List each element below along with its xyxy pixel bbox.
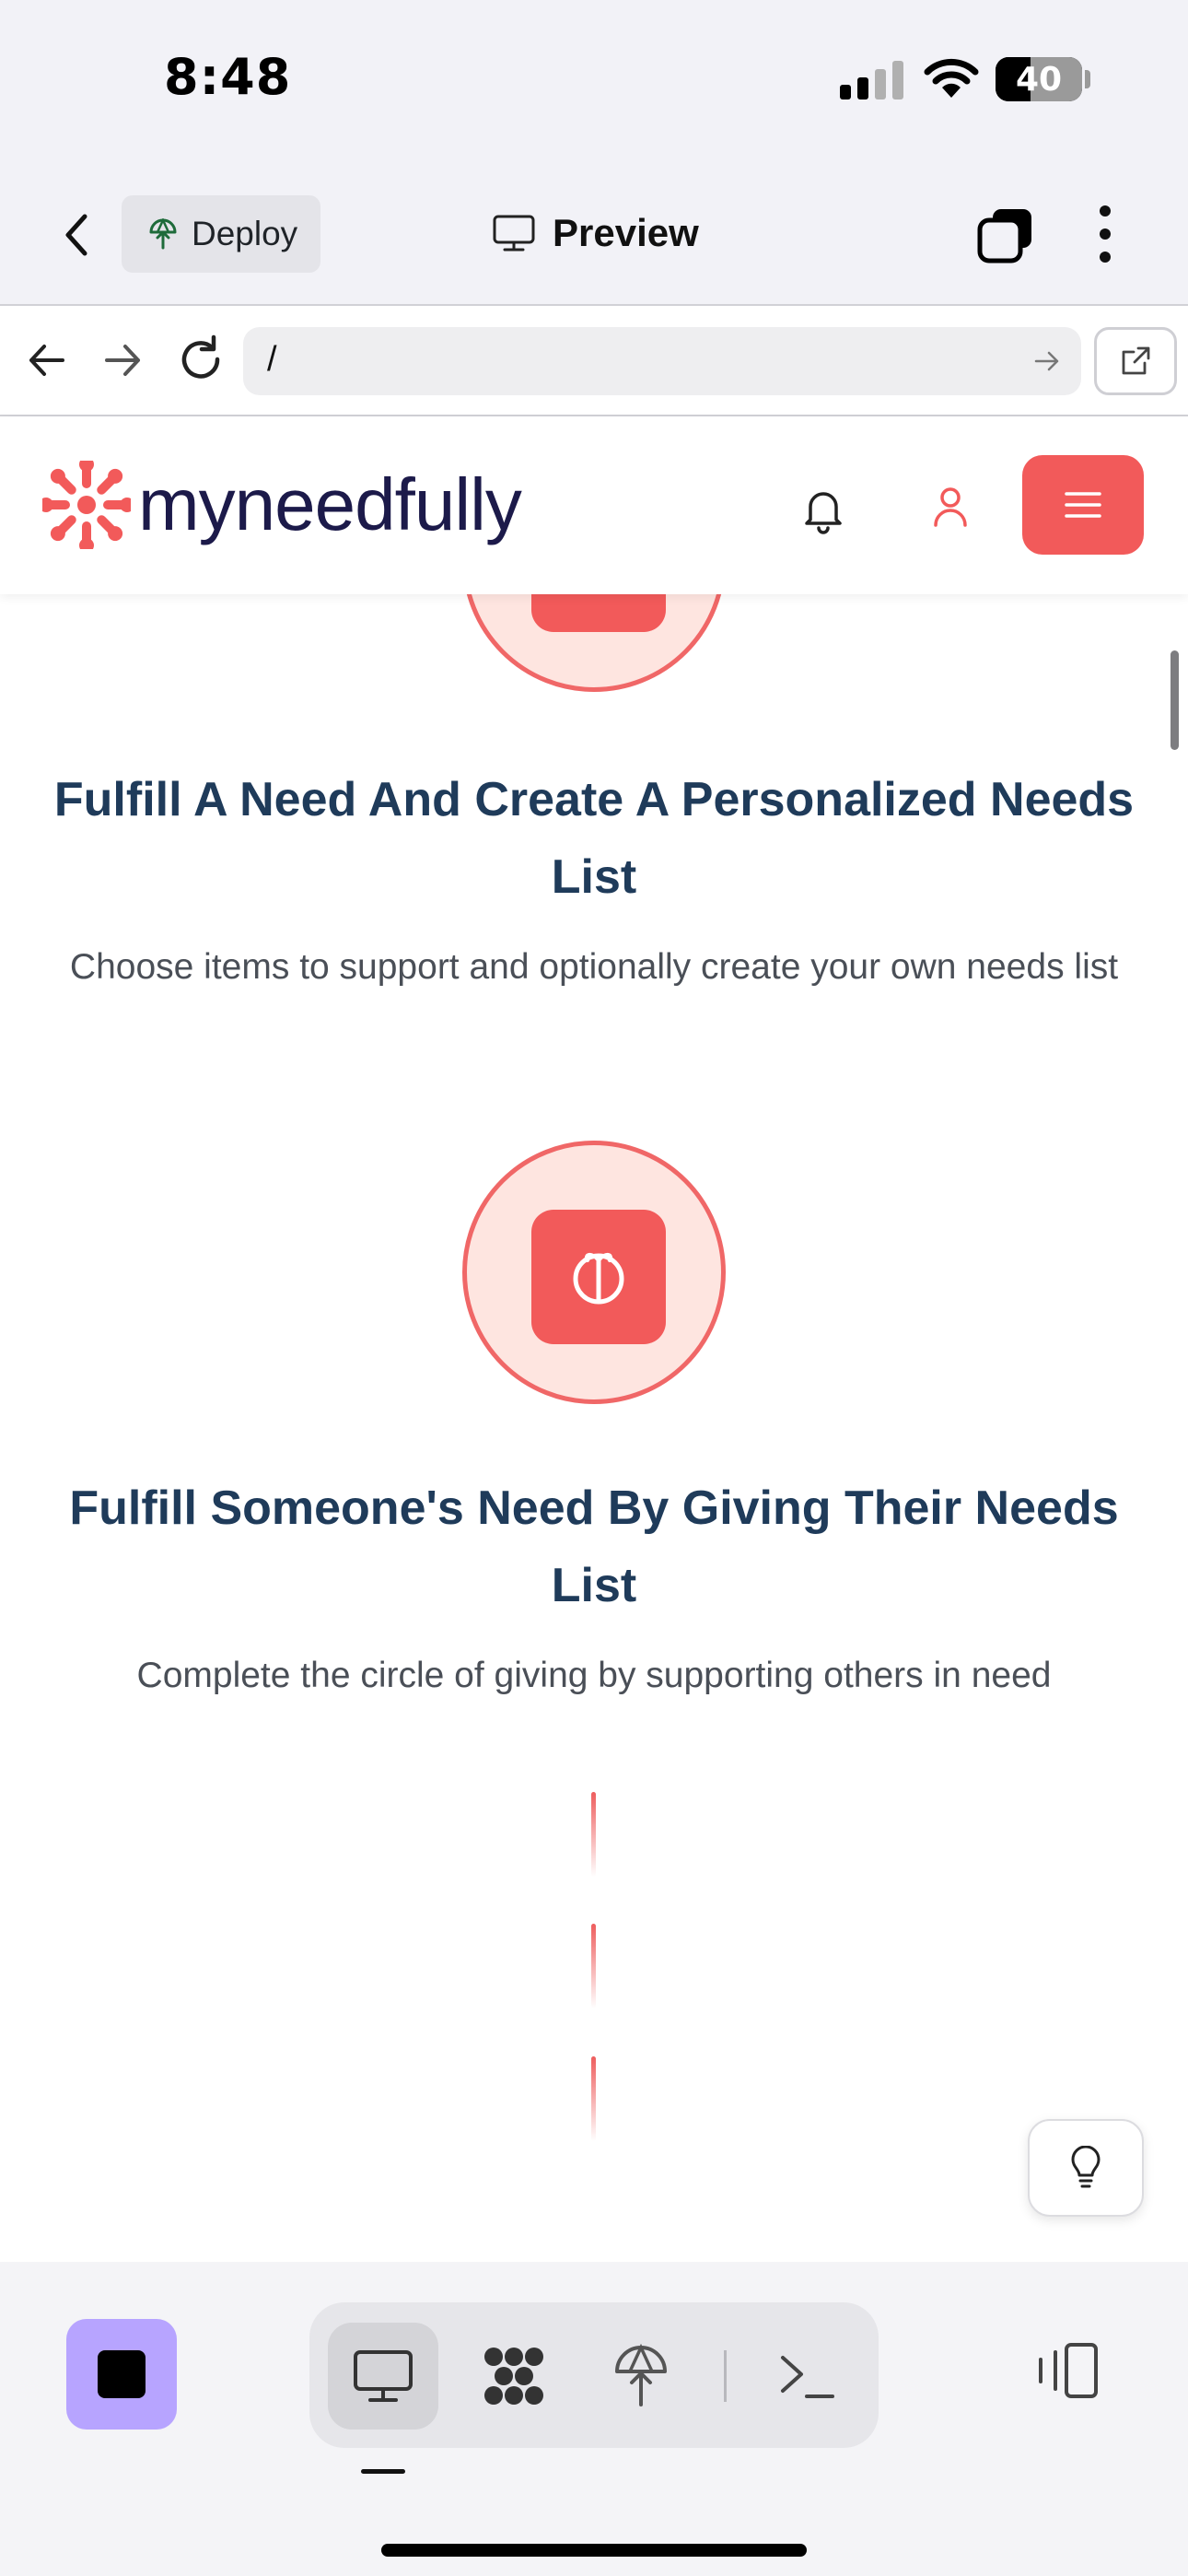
- step-description: Choose items to support and optionally c…: [69, 947, 1119, 987]
- more-vertical-icon[interactable]: [1083, 202, 1127, 266]
- monitor-icon: [493, 215, 535, 252]
- status-bar: 8:48 40: [0, 0, 1188, 161]
- active-tab-indicator: [361, 2469, 405, 2474]
- bell-icon[interactable]: [798, 483, 849, 534]
- layout-toggle-icon: [1039, 2343, 1098, 2398]
- hamburger-menu-icon: [1065, 492, 1101, 518]
- step-description: Complete the circle of giving by support…: [136, 1656, 1052, 1695]
- deploy-icon: [149, 218, 177, 250]
- logo-icon: [42, 461, 131, 549]
- app-header: Deploy Preview: [0, 161, 1188, 306]
- step-title: Fulfill Someone's Need By Giving Their N…: [69, 1481, 1119, 1612]
- scrollbar-thumb[interactable]: [1171, 650, 1179, 750]
- hint-button[interactable]: [1028, 2119, 1144, 2217]
- browser-toolbar: /: [0, 306, 1188, 416]
- assets-tool-button[interactable]: [459, 2323, 569, 2430]
- deploy-tool-button[interactable]: [586, 2323, 696, 2430]
- gift-circle-icon: [573, 1253, 624, 1305]
- terminal-icon: [781, 2356, 834, 2398]
- connector-dash: [591, 1792, 596, 1877]
- brand-name: myneedfully: [138, 463, 522, 545]
- user-icon[interactable]: [925, 481, 976, 533]
- stop-icon: [98, 2350, 146, 2398]
- deploy-button[interactable]: Deploy: [122, 195, 320, 273]
- arrow-left-icon[interactable]: [24, 337, 70, 383]
- url-text[interactable]: /: [267, 340, 277, 380]
- page-content: Fulfill A Need And Create A Personalized…: [0, 594, 1188, 2262]
- url-bar[interactable]: /: [243, 327, 1081, 395]
- deploy-icon: [615, 2344, 667, 2406]
- battery-icon: 40: [996, 57, 1082, 101]
- wifi-icon: [924, 58, 979, 98]
- battery-level: 40: [1015, 60, 1063, 99]
- arrow-right-icon[interactable]: [99, 337, 146, 383]
- toolbar-divider: [724, 2350, 727, 2402]
- connector-dash: [591, 2056, 596, 2141]
- step-icon-tile: [531, 594, 666, 632]
- status-time: 8:48: [164, 48, 292, 106]
- chevron-left-icon[interactable]: [55, 207, 101, 263]
- monitor-icon: [354, 2350, 413, 2402]
- step-title: Fulfill A Need And Create A Personalized…: [53, 773, 1135, 904]
- site-navbar: myneedfully: [0, 416, 1188, 594]
- step-circle-partial: [462, 594, 726, 692]
- bottom-toolbar: [0, 2262, 1188, 2576]
- deploy-label: Deploy: [192, 215, 298, 252]
- preview-title: Preview: [492, 205, 699, 261]
- preview-tool-button[interactable]: [328, 2323, 438, 2430]
- layout-toggle-button[interactable]: [1028, 2332, 1105, 2409]
- external-link-icon: [1122, 346, 1150, 375]
- signal-icon: [840, 61, 903, 100]
- assets-icon: [484, 2348, 543, 2405]
- view-switcher: [309, 2302, 879, 2448]
- step-icon-tile: [531, 1210, 666, 1344]
- connector-dash: [591, 1924, 596, 2008]
- home-indicator: [381, 2544, 807, 2557]
- reload-icon[interactable]: [175, 334, 227, 385]
- battery-nub: [1085, 70, 1090, 88]
- step-circle: [462, 1141, 726, 1404]
- go-arrow-icon[interactable]: [1033, 347, 1061, 375]
- terminal-tool-button[interactable]: [751, 2323, 862, 2430]
- lightbulb-icon: [1071, 2146, 1101, 2188]
- open-external-button[interactable]: [1094, 327, 1177, 395]
- tabs-icon[interactable]: [976, 205, 1035, 264]
- menu-button[interactable]: [1022, 455, 1144, 555]
- stop-button[interactable]: [66, 2319, 177, 2430]
- page-title: Preview: [553, 211, 699, 254]
- brand-logo[interactable]: myneedfully: [42, 461, 522, 549]
